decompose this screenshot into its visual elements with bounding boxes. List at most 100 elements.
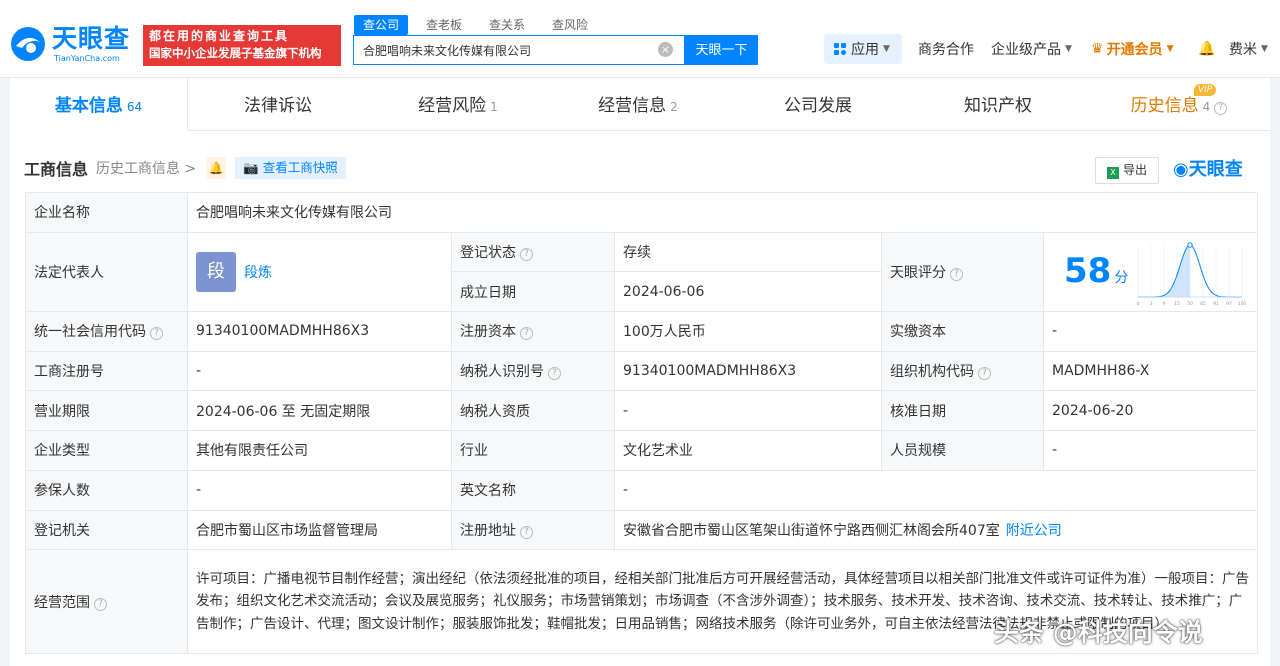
tax-qual-value: -	[614, 390, 882, 432]
promo-banner[interactable]: 都在用的商业查询工具 国家中小企业发展子基金旗下机构	[143, 25, 341, 66]
help-icon[interactable]: ?	[150, 327, 163, 341]
table-row: 企业类型 其他有限责任公司 行业 文化艺术业 人员规模 -	[25, 430, 1259, 471]
reg-no-label: 工商注册号	[25, 350, 188, 392]
help-icon[interactable]: ?	[520, 248, 533, 262]
search-tabs: 查公司 查老板 查关系 查风险	[354, 15, 606, 35]
scope-label: 经营范围?	[25, 549, 188, 655]
help-icon[interactable]: ?	[950, 267, 963, 281]
paid-capital-label: 实缴资本	[881, 311, 1044, 352]
authority-label: 登记机关	[25, 509, 188, 551]
search-box: ×	[353, 35, 685, 65]
table-row: 营业期限 2024-06-06 至 无固定期限 纳税人资质 - 核准日期 202…	[25, 390, 1259, 432]
address-text: 安徽省合肥市蜀山区笔架山街道怀宁路西侧汇林阁会所407室	[623, 522, 1000, 539]
history-link[interactable]: 历史工商信息 >	[96, 158, 196, 178]
tax-id-label: 纳税人识别号?	[451, 350, 615, 392]
table-row: 法定代表人 段段炼 登记状态? 存续 天眼评分? 58 分 0 3 9 15 50 85 91…	[25, 231, 1259, 313]
term-value: 2024-06-06 至 无固定期限	[187, 390, 452, 432]
search-input[interactable]	[354, 36, 654, 64]
score-value: 58 分	[1064, 251, 1128, 298]
org-code-value: MADMHH86-X	[1042, 350, 1259, 392]
apps-grid-icon	[834, 43, 846, 55]
help-icon[interactable]: ?	[548, 367, 561, 381]
reg-no-value: -	[187, 350, 452, 392]
legal-rep-link[interactable]: 段炼	[244, 265, 272, 281]
user-menu[interactable]: 费米 ▼	[1229, 34, 1268, 64]
credit-code-value: 91340100MADMHH86X3	[187, 311, 452, 352]
snapshot-button[interactable]: 📷 查看工商快照	[235, 157, 346, 179]
en-name-label: 英文名称	[451, 469, 615, 511]
tab-count: 64	[126, 100, 143, 114]
term-label: 营业期限	[25, 390, 188, 432]
vip-menu[interactable]: ♛ 开通会员 ▼	[1091, 34, 1173, 64]
credit-code-label-text: 统一社会信用代码	[34, 324, 146, 341]
tab-operation-info[interactable]: 经营信息 2	[548, 78, 728, 131]
industry-value: 文化艺术业	[614, 430, 882, 471]
tab-label: 基本信息	[54, 96, 123, 116]
help-icon[interactable]: ?	[94, 597, 107, 611]
chevron-down-icon: ▼	[1065, 44, 1072, 54]
watermark-text: 头条 @科技向令说	[994, 618, 1203, 647]
search-tab-risk[interactable]: 查风险	[543, 15, 597, 35]
export-button[interactable]: X 导出	[1095, 157, 1159, 184]
avatar[interactable]: 段	[196, 251, 236, 292]
address-label-text: 注册地址	[460, 522, 516, 539]
brand-mark-text: 天眼查	[1188, 159, 1243, 180]
search-tab-company[interactable]: 查公司	[354, 15, 409, 35]
search-tab-boss[interactable]: 查老板	[417, 15, 471, 35]
tab-legal[interactable]: 法律诉讼	[188, 78, 368, 131]
score-cell[interactable]: 58 分 0 3 9 15 50 85 91 97 100	[1042, 231, 1259, 313]
export-label: 导出	[1122, 163, 1147, 177]
search-button[interactable]: 天眼一下	[685, 35, 758, 65]
promo-line2: 国家中小企业发展子基金旗下机构	[149, 46, 322, 60]
tab-label: 公司发展	[784, 96, 852, 116]
apps-menu[interactable]: 应用 ▼	[824, 34, 902, 64]
business-link[interactable]: 商务合作	[918, 34, 974, 64]
promo-line1: 都在用的商业查询工具	[149, 29, 290, 43]
address-label: 注册地址?	[451, 509, 615, 551]
chart-tick-label: 15	[1174, 301, 1180, 307]
authority-value: 合肥市蜀山区市场监督管理局	[187, 509, 452, 551]
tab-basic-info[interactable]: 基本信息 64	[10, 78, 188, 131]
bell-icon[interactable]: 🔔	[1198, 34, 1215, 64]
reg-capital-label-text: 注册资本	[460, 324, 516, 341]
eye-logo-icon	[11, 27, 45, 61]
insured-value: -	[187, 469, 452, 511]
tab-label: 知识产权	[964, 96, 1032, 116]
bell-icon[interactable]: 🔔	[206, 157, 227, 179]
chart-tick-label: 97	[1226, 301, 1232, 307]
clear-icon[interactable]: ×	[658, 42, 673, 57]
reg-capital-label: 注册资本?	[451, 311, 615, 352]
enterprise-menu[interactable]: 企业级产品 ▼	[991, 34, 1072, 64]
tab-label: 历史信息	[1130, 96, 1199, 116]
logo-domain: TianYanCha.com	[54, 54, 120, 63]
org-code-label: 组织机构代码?	[881, 350, 1044, 392]
help-icon[interactable]: ?	[520, 327, 533, 341]
table-row: 企业名称 合肥唱响未来文化传媒有限公司	[25, 192, 1259, 233]
status-label-text: 登记状态	[460, 245, 516, 262]
tab-history[interactable]: VIP 历史信息 4?	[1088, 78, 1270, 131]
tab-label: 经营信息	[598, 96, 667, 116]
nearby-companies-link[interactable]: 附近公司	[1006, 523, 1062, 539]
tax-qual-label: 纳税人资质	[451, 390, 615, 432]
help-icon[interactable]: ?	[978, 367, 991, 381]
staff-value: -	[1042, 430, 1259, 471]
section-header: 工商信息 历史工商信息 > 🔔 📷 查看工商快照	[24, 156, 346, 180]
tab-business-risk[interactable]: 经营风险 1	[368, 78, 548, 131]
insured-label: 参保人数	[25, 469, 188, 511]
search-tab-relation[interactable]: 查关系	[480, 15, 534, 35]
score-label: 天眼评分?	[881, 231, 1044, 313]
tab-development[interactable]: 公司发展	[728, 78, 908, 131]
tianyancha-logo[interactable]: 天眼查 TianYanCha.com	[8, 24, 138, 68]
tab-ip[interactable]: 知识产权	[908, 78, 1088, 131]
paid-capital-value: -	[1042, 311, 1259, 352]
staff-label: 人员规模	[881, 430, 1044, 471]
vip-label: 开通会员	[1106, 42, 1163, 58]
help-icon[interactable]: ?	[1214, 102, 1228, 115]
help-icon[interactable]: ?	[520, 525, 533, 539]
approve-label: 核准日期	[881, 390, 1044, 432]
apps-label: 应用	[851, 42, 879, 58]
vip-badge: VIP	[1194, 84, 1217, 96]
status-badge: 存续	[614, 231, 882, 273]
table-row: 参保人数 - 英文名称 -	[25, 469, 1259, 511]
chart-tick-label: 9	[1163, 301, 1166, 307]
